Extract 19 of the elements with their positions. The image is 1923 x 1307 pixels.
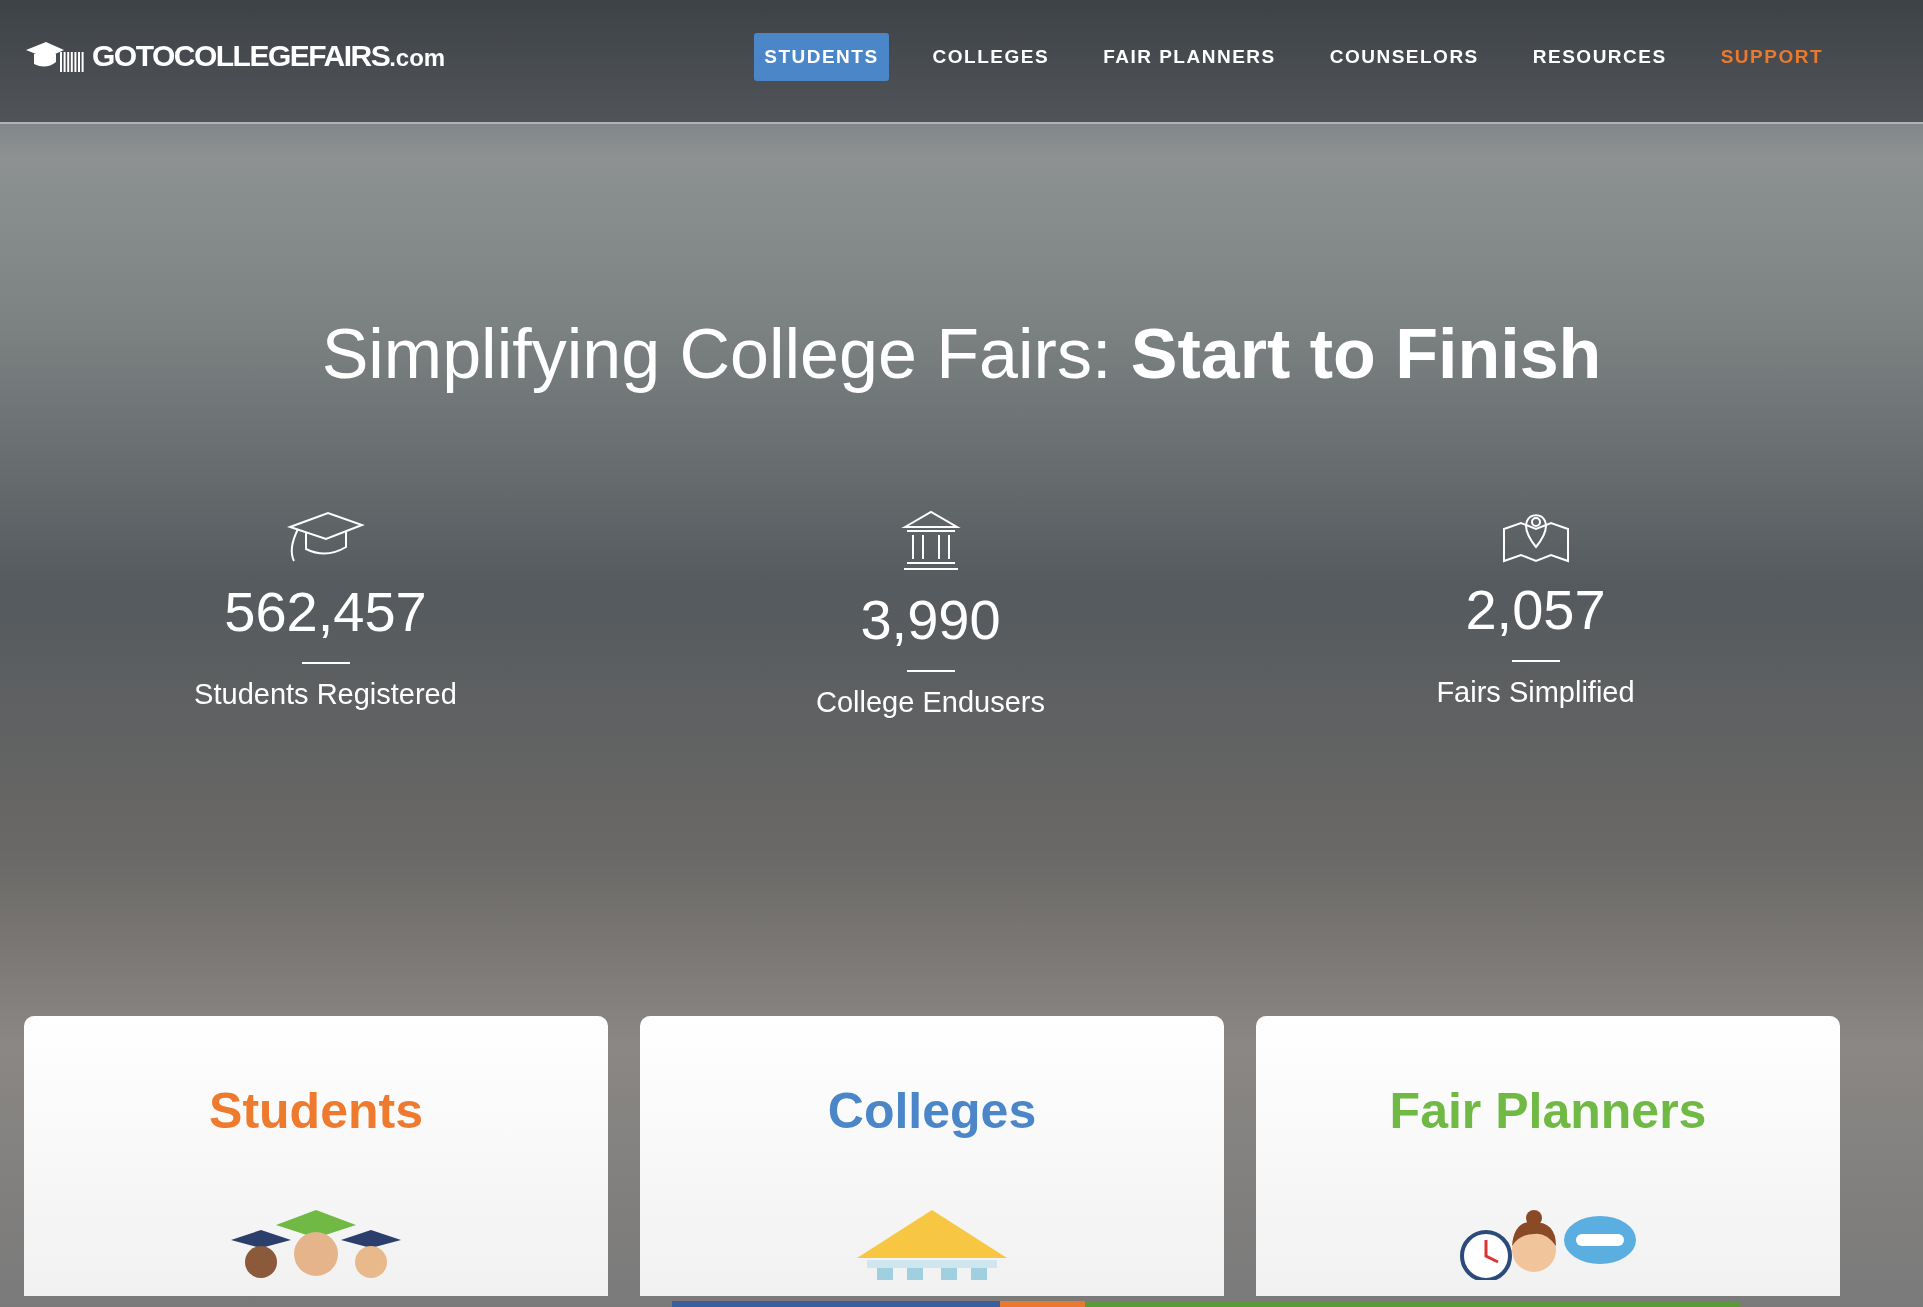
stat-number: 3,990 (860, 587, 1001, 652)
stat-label: Fairs Simplified (1436, 676, 1635, 709)
nav-link[interactable]: FAIR PLANNERS (1093, 33, 1286, 81)
graduation-cap-logo-icon (24, 40, 86, 74)
nav-link[interactable]: RESOURCES (1522, 33, 1677, 81)
card-title: Students (209, 1082, 423, 1140)
building-icon (900, 509, 961, 573)
card-title: Colleges (827, 1082, 1037, 1140)
nav-link[interactable]: STUDENTS (754, 33, 889, 81)
stat-number: 2,057 (1465, 577, 1606, 642)
nav-link[interactable]: COUNSELORS (1319, 33, 1489, 81)
hero-heading: Simplifying College Fairs: Start to Finish (320, 314, 1603, 394)
card-title: Fair Planners (1389, 1082, 1707, 1140)
site-logo[interactable]: GOTOCOLLEGEFAIRS.com (92, 37, 446, 77)
nav-link[interactable]: COLLEGES (922, 33, 1060, 81)
audience-card[interactable]: Colleges (640, 1016, 1224, 1296)
stat-label: Students Registered (194, 678, 457, 711)
stat-number: 562,457 (224, 579, 427, 644)
stat-label: College Endusers (816, 686, 1045, 719)
